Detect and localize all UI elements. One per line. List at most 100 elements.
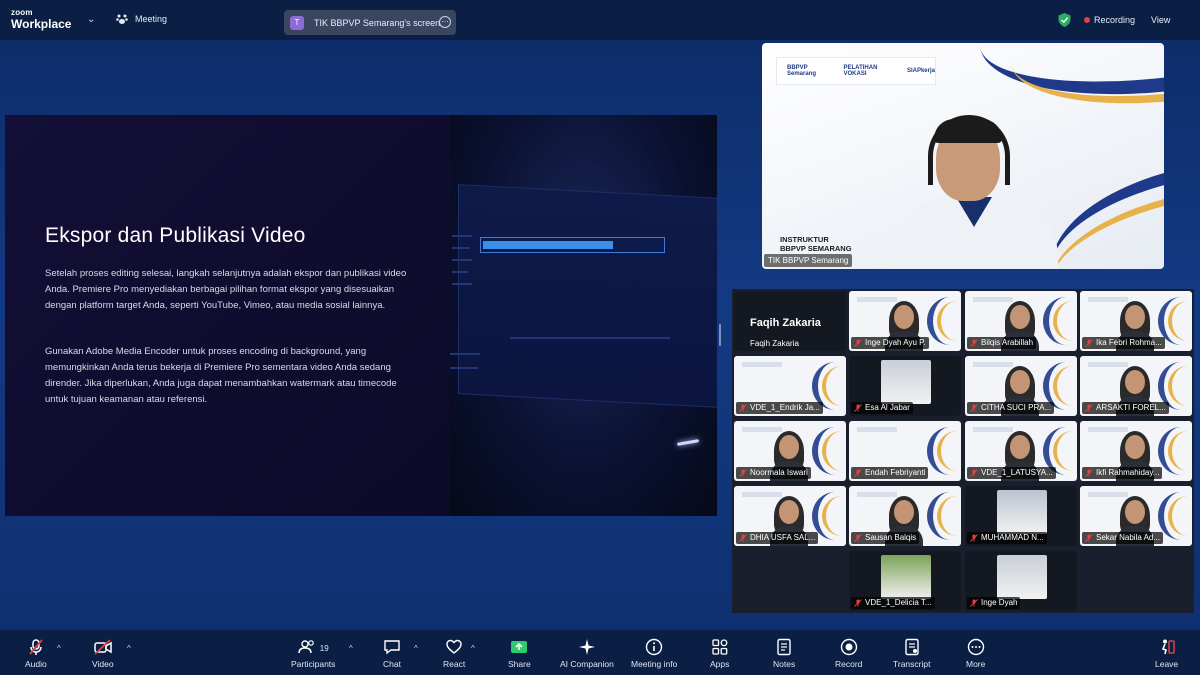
participant-tile[interactable]: ARSAKTI FOREL... <box>1080 356 1192 416</box>
chat-options-icon[interactable]: ^ <box>414 644 418 653</box>
mic-muted-icon <box>970 534 978 542</box>
recording-label: Recording <box>1094 15 1136 25</box>
transcript-button[interactable]: Transcript <box>893 638 930 669</box>
mic-muted-icon <box>1085 339 1093 347</box>
participants-button[interactable]: 19 Participants <box>291 638 335 669</box>
mic-muted-icon <box>854 404 862 412</box>
participant-tile[interactable]: Inge Dyah Ayu P. <box>849 291 961 351</box>
participant-name-tag: CITHA SUCI PRA... <box>967 402 1055 414</box>
mic-muted-icon <box>1085 404 1093 412</box>
participant-name-tag: Sausan Balqis <box>851 532 920 544</box>
participant-tile[interactable]: Endah Febriyanti <box>849 421 961 481</box>
participant-tile[interactable]: Faqih Zakaria Faqih Zakaria <box>734 291 846 351</box>
meeting-menu[interactable]: Meeting <box>116 13 167 25</box>
ai-companion-button[interactable]: AI Companion <box>560 638 614 669</box>
sponsor-logos: BBPVP Semarang PELATIHAN VOKASI SIAPkerj… <box>776 57 936 85</box>
participant-name-tag: Endah Febriyanti <box>851 467 929 479</box>
mic-muted-icon <box>854 469 862 477</box>
mic-muted-icon <box>854 534 862 542</box>
participant-tile[interactable]: VDE_1_LATUSYA... <box>965 421 1077 481</box>
participant-tile[interactable]: MUHAMMAD N... <box>965 486 1077 546</box>
mic-muted-icon <box>739 469 747 477</box>
mic-muted-icon <box>970 339 978 347</box>
participant-name-tag: Sekar Nabila Ad... <box>1082 532 1164 544</box>
participant-tile[interactable]: Inge Dyah <box>965 551 1077 611</box>
react-options-icon[interactable]: ^ <box>471 644 475 653</box>
participant-name-tag: ARSAKTI FOREL... <box>1082 402 1169 414</box>
logo-line2: Workplace <box>11 17 72 31</box>
participant-tile[interactable]: CITHA SUCI PRA... <box>965 356 1077 416</box>
shield-check-icon[interactable] <box>1058 13 1071 27</box>
camera-off-icon <box>94 639 112 655</box>
participant-name-tag: Ikfi Rahmahiday... <box>1082 467 1163 479</box>
participants-options-icon[interactable]: ^ <box>349 644 353 653</box>
participant-name-tag: DHIA USFA SAL... <box>736 532 819 544</box>
speaker-video[interactable]: BBPVP Semarang PELATIHAN VOKASI SIAPkerj… <box>762 43 1164 269</box>
split-divider-handle[interactable] <box>719 324 721 346</box>
record-icon <box>840 638 857 656</box>
participant-video <box>997 490 1047 534</box>
slide-image <box>450 115 717 516</box>
view-button[interactable]: View <box>1151 15 1170 25</box>
mic-muted-icon <box>739 404 747 412</box>
slide-paragraph-1: Setelah proses editing selesai, langkah … <box>45 268 407 311</box>
more-options-icon[interactable]: ⋯ <box>439 16 451 28</box>
record-button[interactable]: Record <box>835 638 862 669</box>
participant-tile[interactable]: Noormala Iswari <box>734 421 846 481</box>
notes-label: Notes <box>773 659 796 669</box>
participant-tile[interactable]: DHIA USFA SAL... <box>734 486 846 546</box>
participant-tile[interactable]: Ikfi Rahmahiday... <box>1080 421 1192 481</box>
audio-button[interactable]: Audio <box>25 638 47 669</box>
mic-muted-icon <box>970 599 978 607</box>
audio-label: Audio <box>25 659 47 669</box>
apps-button[interactable]: Apps <box>710 638 729 669</box>
chat-button[interactable]: Chat <box>383 638 401 669</box>
participant-name-tag: Bilqis Arabillah <box>967 337 1037 349</box>
participant-tile[interactable]: Sausan Balqis <box>849 486 961 546</box>
leave-icon <box>1161 639 1175 655</box>
recording-indicator[interactable]: Recording <box>1084 15 1135 25</box>
video-button[interactable]: Video <box>92 638 114 669</box>
mic-muted-icon <box>1085 534 1093 542</box>
bottom-toolbar: Audio ^ Video ^ 19 Participants ^ Chat ^… <box>0 630 1200 675</box>
participant-name: Faqih Zakaria <box>750 339 799 348</box>
slide-text-panel: Ekspor dan Publikasi Video Setelah prose… <box>5 115 450 516</box>
participant-tile[interactable]: Ika Febri Rohma... <box>1080 291 1192 351</box>
notes-button[interactable]: Notes <box>773 638 795 669</box>
participant-tile[interactable]: Bilqis Arabillah <box>965 291 1077 351</box>
record-dot-icon <box>1084 17 1090 23</box>
notes-icon <box>777 638 791 656</box>
video-options-icon[interactable]: ^ <box>127 644 131 653</box>
microphone-muted-icon <box>29 639 43 655</box>
share-button[interactable]: Share <box>508 638 531 669</box>
sharer-avatar: T <box>290 15 304 30</box>
participant-tile[interactable]: Esa Al Jabar <box>849 356 961 416</box>
participant-tile[interactable]: VDE_1_Delicia T... <box>849 551 961 611</box>
apps-icon <box>712 639 728 655</box>
meeting-info-button[interactable]: Meeting info <box>631 638 677 669</box>
logo-siapkerja: SIAPkerja <box>906 68 935 74</box>
leave-button[interactable]: Leave <box>1155 638 1178 669</box>
share-screen-icon <box>511 641 528 653</box>
speaker-person <box>890 115 1058 269</box>
heart-icon <box>446 639 462 654</box>
participant-tile[interactable]: VDE_1_Endrik Ja... <box>734 356 846 416</box>
mic-muted-icon <box>854 339 862 347</box>
speaker-caption: INSTRUKTUR BBPVP SEMARANG <box>780 235 852 253</box>
react-button[interactable]: React <box>443 638 465 669</box>
participant-tile[interactable]: Sekar Nabila Ad... <box>1080 486 1192 546</box>
mic-muted-icon <box>970 404 978 412</box>
participant-name-tag: Noormala Iswari <box>736 467 811 479</box>
slide-title: Ekspor dan Publikasi Video <box>45 224 306 247</box>
video-label: Video <box>92 659 114 669</box>
more-button[interactable]: More <box>966 638 985 669</box>
ai-companion-label: AI Companion <box>560 659 614 669</box>
share-screen-pill[interactable]: T TIK BBPVP Semarang's screen ⋯ <box>284 10 456 35</box>
logo-line1: zoom <box>11 8 33 17</box>
share-label: Share <box>508 659 531 669</box>
participants-icon <box>298 640 314 654</box>
audio-options-icon[interactable]: ^ <box>57 644 61 653</box>
chevron-down-icon[interactable]: ⌄ <box>87 14 95 25</box>
speaker-name-tag: TIK BBPVP Semarang <box>764 254 853 267</box>
sparkle-icon <box>578 639 595 655</box>
